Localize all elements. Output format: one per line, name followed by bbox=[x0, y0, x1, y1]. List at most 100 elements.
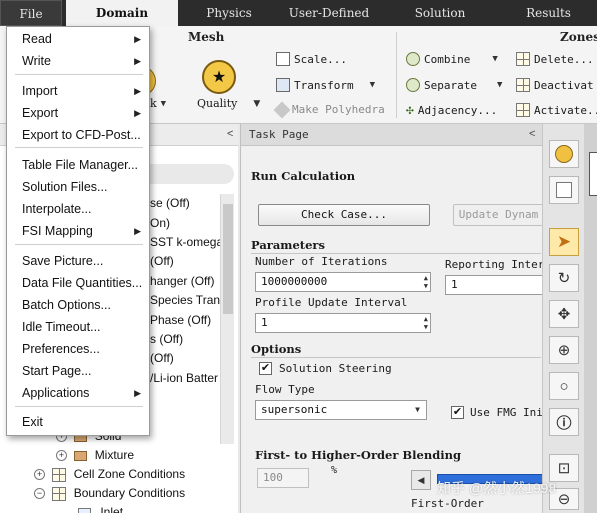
fmg-init-checkbox[interactable]: ✔ bbox=[451, 406, 464, 419]
file-menu-fsi-mapping[interactable]: FSI Mapping ▶ bbox=[7, 221, 149, 241]
menu-tab-domain[interactable]: Domain bbox=[66, 0, 178, 26]
tree-scrollbar[interactable] bbox=[220, 194, 234, 444]
file-menu-save-picture[interactable]: Save Picture... bbox=[7, 251, 149, 271]
tree-row-partial[interactable]: /Li-ion Batter bbox=[150, 371, 218, 385]
profile-update-input[interactable]: 1 ▲ ▼ bbox=[255, 313, 431, 333]
file-menu-solution-files[interactable]: Solution Files... bbox=[7, 177, 149, 197]
view-options-button[interactable] bbox=[549, 140, 579, 168]
file-menu-table-file-manager[interactable]: Table File Manager... bbox=[7, 155, 149, 175]
delete-button[interactable]: Delete... bbox=[516, 52, 594, 66]
menu-tab-user-defined[interactable]: User-Defined bbox=[282, 0, 376, 26]
adjacency-icon: ✣ bbox=[406, 103, 414, 118]
tree-row-partial[interactable]: (Off) bbox=[150, 254, 174, 268]
partial-mesh-button[interactable]: k ▼ bbox=[150, 97, 166, 110]
iterations-input[interactable]: 1000000000 ▲ ▼ bbox=[255, 272, 431, 292]
tree-item-mixture[interactable]: + Mixture bbox=[56, 448, 134, 462]
tree-item-label: Cell Zone Conditions bbox=[73, 467, 186, 481]
cell-zone-icon bbox=[52, 467, 67, 482]
reporting-interval-input[interactable]: 1 bbox=[445, 275, 543, 295]
menu-separator bbox=[15, 147, 143, 148]
combine-button[interactable]: Combine ▼ bbox=[406, 52, 498, 66]
mesh-group-title: Mesh bbox=[188, 30, 225, 44]
tree-row-partial[interactable]: On) bbox=[150, 216, 170, 230]
solution-steering-checkbox[interactable]: ✔ bbox=[259, 362, 272, 375]
rotate-tool-button[interactable]: ↻ bbox=[549, 264, 579, 292]
quality-button[interactable]: Quality ▼ bbox=[197, 97, 260, 110]
update-dynamic-mesh-button[interactable]: Update Dynam bbox=[453, 204, 543, 226]
menu-separator bbox=[15, 244, 143, 245]
zoom-box-icon: ⊡ bbox=[557, 460, 571, 477]
make-polyhedra-button[interactable]: Make Polyhedra bbox=[273, 101, 385, 118]
file-menu-idle-timeout[interactable]: Idle Timeout... bbox=[7, 317, 149, 337]
parameters-title: Parameters bbox=[251, 238, 325, 252]
tree-row-partial[interactable]: (Off) bbox=[150, 351, 174, 365]
material-icon bbox=[74, 450, 88, 461]
task-page-collapse-button[interactable]: < bbox=[529, 128, 535, 140]
spinner-arrows-icon[interactable]: ▲ ▼ bbox=[424, 315, 428, 331]
tree-collapse-button[interactable]: < bbox=[227, 128, 233, 140]
task-page-title: Task Page bbox=[249, 128, 309, 141]
zoom-tool-button[interactable]: ⊕ bbox=[549, 336, 579, 364]
profile-update-label: Profile Update Interval bbox=[255, 296, 408, 309]
tree-row-partial[interactable]: se (Off) bbox=[150, 196, 190, 210]
file-menu-import[interactable]: Import ▶ bbox=[7, 81, 149, 101]
tree-row-partial[interactable]: Phase (Off) bbox=[150, 313, 211, 327]
menu-tab-results[interactable]: Results bbox=[500, 0, 597, 26]
run-calculation-title: Run Calculation bbox=[251, 169, 356, 183]
file-menu-data-file-quantities[interactable]: Data File Quantities... bbox=[7, 273, 149, 293]
scale-icon bbox=[276, 52, 290, 66]
tree-item-cell-zone-conditions[interactable]: + Cell Zone Conditions bbox=[34, 467, 185, 482]
tree-item-boundary-conditions[interactable]: − Boundary Conditions bbox=[34, 486, 185, 501]
tree-row-partial[interactable]: s (Off) bbox=[150, 332, 183, 346]
file-menu-applications[interactable]: Applications ▶ bbox=[7, 383, 149, 403]
fit-to-window-button[interactable] bbox=[549, 176, 579, 204]
expand-icon[interactable]: + bbox=[34, 469, 45, 481]
spinner-arrows-icon[interactable]: ▲ ▼ bbox=[424, 274, 428, 290]
tree-row-partial[interactable]: Species Trans bbox=[150, 293, 226, 307]
separate-button[interactable]: Separate ▼ bbox=[406, 78, 502, 92]
pointer-arrow-icon: ➤ bbox=[556, 232, 572, 251]
menu-tab-file[interactable]: File bbox=[0, 0, 62, 26]
deactivate-button[interactable]: Deactivat bbox=[516, 78, 594, 92]
expand-icon[interactable]: + bbox=[56, 450, 67, 462]
file-menu-read[interactable]: Read ▶ bbox=[7, 29, 149, 49]
first-order-label: First-Order bbox=[411, 497, 484, 510]
activate-button[interactable]: Activate... bbox=[516, 103, 597, 117]
check-case-button[interactable]: Check Case... bbox=[258, 204, 430, 226]
file-menu-export[interactable]: Export ▶ bbox=[7, 103, 149, 123]
file-menu-write[interactable]: Write ▶ bbox=[7, 51, 149, 71]
section-divider bbox=[251, 357, 541, 358]
tree-row-partial[interactable]: hanger (Off) bbox=[150, 274, 214, 288]
file-menu-exit[interactable]: Exit bbox=[7, 412, 149, 432]
menu-tab-solution[interactable]: Solution bbox=[380, 0, 500, 26]
tree-search-field[interactable] bbox=[140, 164, 234, 184]
dropdown-arrow-icon: ▼ bbox=[492, 54, 498, 64]
file-menu-interpolate[interactable]: Interpolate... bbox=[7, 199, 149, 219]
file-menu-export-cfd-post[interactable]: Export to CFD-Post... bbox=[7, 125, 149, 145]
activate-zone-icon bbox=[516, 103, 530, 117]
menu-bar: File Domain Physics User-Defined Solutio… bbox=[0, 0, 597, 26]
scale-button[interactable]: Scale... bbox=[276, 52, 347, 66]
blending-input[interactable]: 100 bbox=[257, 468, 309, 488]
pan-tool-button[interactable]: ✥ bbox=[549, 300, 579, 328]
pointer-tool-button[interactable]: ➤ bbox=[549, 228, 579, 256]
menu-separator bbox=[15, 74, 143, 75]
transform-button[interactable]: Transform ▼ bbox=[276, 78, 375, 92]
info-button[interactable]: ⓘ bbox=[549, 408, 579, 436]
flow-type-select[interactable]: supersonic ▼ bbox=[255, 400, 427, 420]
collapse-icon[interactable]: − bbox=[34, 488, 45, 500]
tree-item-inlet[interactable]: Inlet bbox=[78, 505, 123, 513]
adjacency-button[interactable]: ✣ Adjacency... bbox=[406, 103, 497, 118]
file-menu-preferences[interactable]: Preferences... bbox=[7, 339, 149, 359]
menu-separator bbox=[15, 406, 143, 407]
menu-tab-physics[interactable]: Physics bbox=[178, 0, 280, 26]
graphics-panel-tab[interactable] bbox=[589, 152, 597, 196]
tree-row-partial[interactable]: SST k-omega bbox=[150, 235, 223, 249]
submenu-arrow-icon: ▶ bbox=[134, 226, 141, 236]
file-menu-start-page[interactable]: Start Page... bbox=[7, 361, 149, 381]
slider-left-button[interactable]: ◀ bbox=[411, 470, 431, 490]
zoom-search-button[interactable]: ○ bbox=[549, 372, 579, 400]
tree-scroll-thumb[interactable] bbox=[223, 204, 233, 314]
transform-icon bbox=[276, 78, 290, 92]
file-menu-batch-options[interactable]: Batch Options... bbox=[7, 295, 149, 315]
